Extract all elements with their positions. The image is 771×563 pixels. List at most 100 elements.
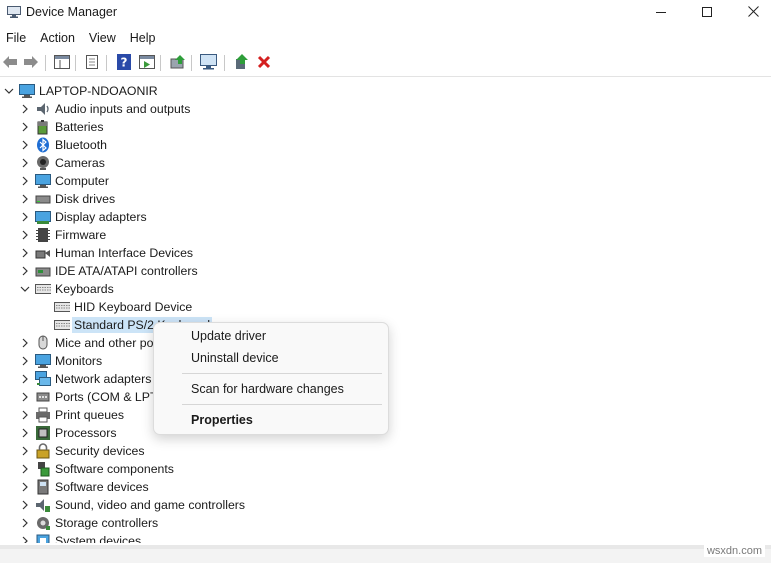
minimize-button[interactable] [638,0,684,26]
tree-item-sound-controllers[interactable]: Sound, video and game controllers [19,496,245,514]
tree-item-label: System devices [55,534,142,543]
tree-item-batteries[interactable]: Batteries [19,118,104,136]
chevron-down-icon[interactable] [19,280,31,298]
tree-item-label: Software components [55,462,174,476]
tree-item-security-devices[interactable]: Security devices [19,442,145,460]
maximize-button[interactable] [684,0,730,26]
tree-item-keyboards[interactable]: Keyboards [19,280,114,298]
tree-item-label: Disk drives [55,192,116,206]
help-icon: ? [117,53,131,73]
properties-menu-item[interactable]: Properties [191,413,253,427]
tree-item-audio[interactable]: Audio inputs and outputs [19,100,190,118]
tree-item-firmware[interactable]: Firmware [19,226,106,244]
tree-item-ports[interactable]: Ports (COM & LPT) [19,388,162,406]
tree-item-storage-controllers[interactable]: Storage controllers [19,514,158,532]
menu-separator [182,404,382,405]
close-icon [747,6,759,20]
chevron-right-icon[interactable] [19,118,31,136]
tree-item-label: Display adapters [55,210,147,224]
chevron-right-icon[interactable] [19,244,31,262]
chevron-right-icon[interactable] [19,496,31,514]
tree-item-label: Bluetooth [55,138,107,152]
chevron-right-icon[interactable] [19,208,31,226]
chevron-down-icon[interactable] [3,82,15,100]
chevron-right-icon[interactable] [19,370,31,388]
tree-item-disk-drives[interactable]: Disk drives [19,190,115,208]
toolbar-divider [0,76,771,77]
keyboard-icon [54,299,70,315]
tree-item-print-queues[interactable]: Print queues [19,406,124,424]
processor-icon [35,425,51,441]
toolbar-separator [191,55,192,71]
properties-sheet-button[interactable] [53,54,71,72]
tree-item-monitors[interactable]: Monitors [19,352,102,370]
close-button[interactable] [730,0,771,26]
security-device-icon [35,443,51,459]
chevron-right-icon[interactable] [19,406,31,424]
chevron-right-icon[interactable] [19,154,31,172]
chevron-right-icon[interactable] [19,532,31,543]
chevron-right-icon[interactable] [19,190,31,208]
chevron-right-icon[interactable] [19,514,31,532]
chevron-right-icon[interactable] [19,172,31,190]
tree-item-cameras[interactable]: Cameras [19,154,105,172]
back-button[interactable] [1,54,19,72]
menu-help[interactable]: Help [123,29,163,47]
menu-action[interactable]: Action [33,29,82,47]
ide-controller-icon [35,263,51,279]
tree-item-system-devices[interactable]: System devices [19,532,141,543]
tree-item-label: Computer [55,174,109,188]
tree-item-display-adapters[interactable]: Display adapters [19,208,147,226]
system-devices-icon [35,533,51,543]
tree-item-software-components[interactable]: Software components [19,460,174,478]
chevron-right-icon[interactable] [19,460,31,478]
tree-item-network-adapters[interactable]: Network adapters [19,370,151,388]
chevron-right-icon[interactable] [19,226,31,244]
menu-file[interactable]: File [0,29,33,47]
tree-root[interactable]: LAPTOP-NDOAONIR [3,82,158,100]
chevron-right-icon[interactable] [19,262,31,280]
keyboard-icon [35,281,51,297]
tree-item-software-devices[interactable]: Software devices [19,478,149,496]
tree-item-bluetooth[interactable]: Bluetooth [19,136,107,154]
tree-item-label: Human Interface Devices [55,246,194,260]
chevron-right-icon[interactable] [19,334,31,352]
toolbar-separator [224,55,225,71]
enable-device-button[interactable] [233,53,251,73]
help-button[interactable]: ? [115,53,133,73]
toolbar-separator [160,55,161,71]
update-driver-menu-item[interactable]: Update driver [191,329,266,343]
minimize-icon [656,6,666,20]
tree-item-ide[interactable]: IDE ATA/ATAPI controllers [19,262,198,280]
status-bar [0,549,771,563]
uninstall-device-menu-item[interactable]: Uninstall device [191,351,279,365]
menu-view[interactable]: View [82,29,123,47]
chevron-right-icon[interactable] [19,388,31,406]
firmware-chip-icon [35,227,51,243]
forward-button[interactable] [22,54,40,72]
menu-separator [182,373,382,374]
context-menu: Update driver Uninstall device Scan for … [153,322,389,435]
chevron-right-icon[interactable] [19,136,31,154]
properties-sheet-icon [54,54,70,72]
chevron-right-icon[interactable] [19,100,31,118]
tree-child-hid-keyboard[interactable]: HID Keyboard Device [54,298,192,316]
chevron-right-icon[interactable] [19,478,31,496]
enable-device-icon [234,53,250,73]
chevron-right-icon[interactable] [19,352,31,370]
chevron-right-icon[interactable] [19,424,31,442]
scan-hardware-menu-item[interactable]: Scan for hardware changes [191,382,344,396]
chevron-right-icon[interactable] [19,442,31,460]
display-adapter-icon [35,209,51,225]
device-tree: LAPTOP-NDOAONIR Audio inputs and outputs… [0,81,771,543]
tree-item-label: Sound, video and game controllers [55,498,246,512]
tree-item-computer[interactable]: Computer [19,172,109,190]
tree-item-processors[interactable]: Processors [19,424,117,442]
scan-hardware-button[interactable] [200,53,218,72]
tree-item-label: IDE ATA/ATAPI controllers [55,264,198,278]
uninstall-device-button[interactable] [255,54,273,72]
tree-item-hid[interactable]: Human Interface Devices [19,244,193,262]
run-view-button[interactable] [138,54,156,72]
update-driver-button[interactable] [169,54,187,72]
show-hidden-button[interactable] [83,54,101,72]
